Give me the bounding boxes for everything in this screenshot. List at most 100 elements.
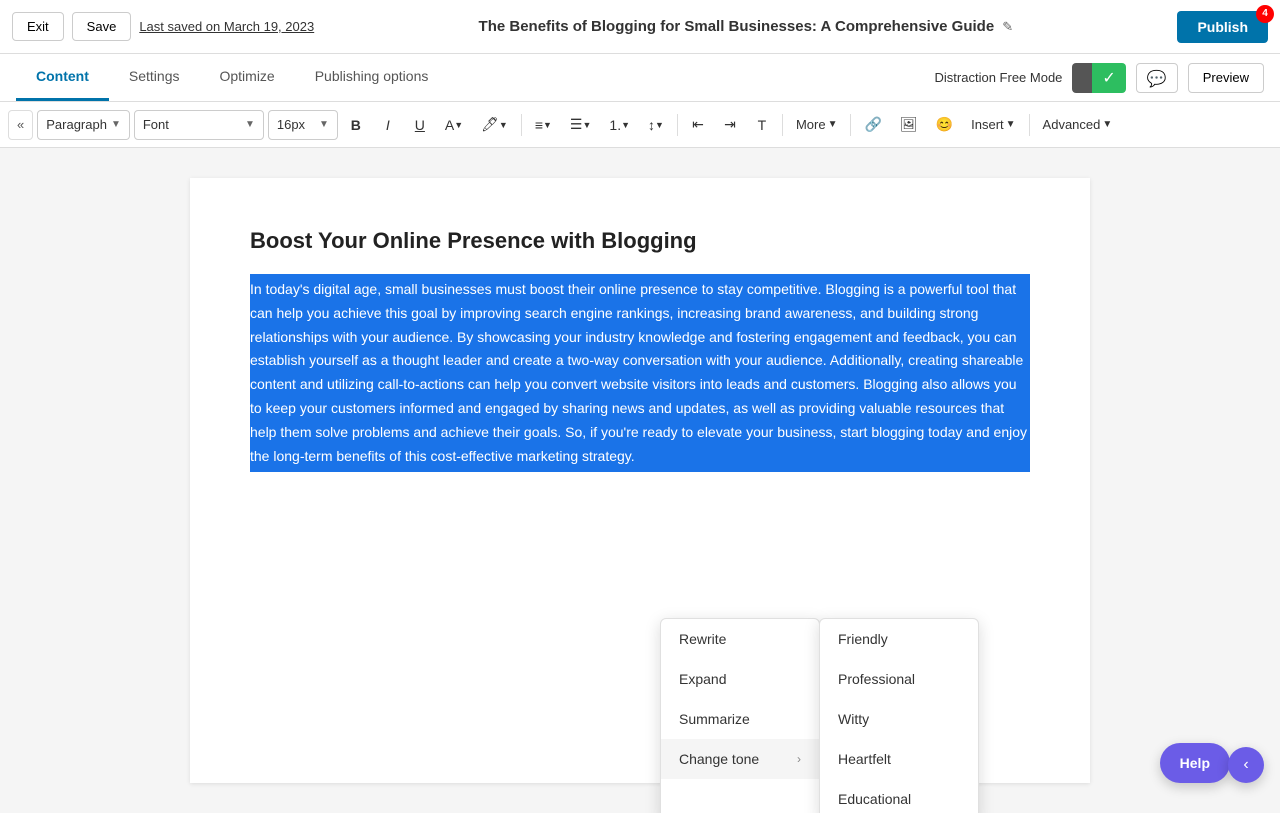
divider-3 — [782, 114, 783, 136]
paragraph-select[interactable]: Paragraph ▼ — [37, 110, 130, 140]
advanced-button[interactable]: Advanced ▼ — [1036, 110, 1120, 140]
top-bar-left: Exit Save Last saved on March 19, 2023 — [12, 12, 314, 41]
list-button[interactable]: ☰ ▼ — [563, 110, 598, 140]
editor-document: Boost Your Online Presence with Blogging… — [190, 178, 1090, 783]
publish-button[interactable]: Publish 4 — [1177, 11, 1268, 43]
submenu-item-professional[interactable]: Professional — [820, 659, 978, 699]
context-submenu: Friendly Professional Witty Heartfelt Ed… — [819, 618, 979, 813]
menu-item-expand[interactable]: Expand — [661, 659, 819, 699]
indent-right-icon: ⇥ — [724, 116, 736, 133]
text-color-icon: A — [445, 117, 454, 133]
text-color-button[interactable]: A ▼ — [438, 110, 470, 140]
indent-right-button[interactable]: ⇥ — [716, 110, 744, 140]
format-button[interactable]: T — [748, 110, 776, 140]
ordered-list-icon: 1. — [609, 117, 621, 133]
bold-button[interactable]: B — [342, 110, 370, 140]
tab-content[interactable]: Content — [16, 54, 109, 101]
edit-title-icon[interactable]: ✎ — [1002, 19, 1013, 35]
underline-button[interactable]: U — [406, 110, 434, 140]
page-title-area: The Benefits of Blogging for Small Busin… — [324, 18, 1167, 35]
divider-2 — [677, 114, 678, 136]
nav-tab-right: Distraction Free Mode ✓ 💬 Preview — [935, 63, 1264, 93]
page-title: The Benefits of Blogging for Small Busin… — [479, 18, 995, 35]
document-heading: Boost Your Online Presence with Blogging — [250, 228, 1030, 254]
top-bar: Exit Save Last saved on March 19, 2023 T… — [0, 0, 1280, 54]
content-area: Boost Your Online Presence with Blogging… — [0, 148, 1280, 813]
exit-button[interactable]: Exit — [12, 12, 64, 41]
font-chevron: ▼ — [245, 119, 255, 130]
align-icon: ≡ — [535, 117, 543, 133]
nav-tabs: Content Settings Optimize Publishing opt… — [0, 54, 1280, 102]
font-label: Font — [143, 117, 169, 132]
font-size-select[interactable]: 16px ▼ — [268, 110, 338, 140]
summarize-label: Summarize — [679, 711, 750, 727]
advanced-chevron: ▼ — [1102, 119, 1112, 130]
tab-optimize[interactable]: Optimize — [199, 54, 294, 101]
font-select[interactable]: Font ▼ — [134, 110, 264, 140]
indent-left-button[interactable]: ⇤ — [684, 110, 712, 140]
menu-item-change-tone[interactable]: Change tone › — [661, 739, 819, 779]
line-height-button[interactable]: ↕ ▼ — [641, 110, 671, 140]
tab-settings[interactable]: Settings — [109, 54, 200, 101]
link-icon: 🔗 — [864, 116, 881, 133]
paragraph-chevron: ▼ — [111, 119, 121, 130]
more-label: More — [796, 117, 826, 132]
italic-button[interactable]: I — [374, 110, 402, 140]
ordered-list-button[interactable]: 1. ▼ — [602, 110, 637, 140]
highlight-button[interactable]: 🖊 ▼ — [474, 110, 515, 140]
toggle-off-btn[interactable] — [1072, 63, 1092, 93]
help-button[interactable]: Help — [1160, 743, 1230, 783]
font-size-label: 16px — [277, 117, 305, 132]
divider-4 — [850, 114, 851, 136]
rewrite-label: Rewrite — [679, 631, 726, 647]
divider-1 — [521, 114, 522, 136]
context-menu-container: Rewrite Expand Summarize Change tone › F… — [660, 618, 979, 813]
insert-label: Insert — [971, 117, 1004, 132]
submenu-item-heartfelt[interactable]: Heartfelt — [820, 739, 978, 779]
context-menu: Rewrite Expand Summarize Change tone › — [660, 618, 820, 813]
list-icon: ☰ — [570, 116, 583, 133]
divider-5 — [1029, 114, 1030, 136]
format-icon: T — [758, 117, 767, 133]
line-height-icon: ↕ — [648, 117, 655, 133]
font-size-chevron: ▼ — [319, 119, 329, 130]
emoji-icon: 😊 — [936, 116, 953, 133]
preview-button[interactable]: Preview — [1188, 63, 1264, 93]
align-button[interactable]: ≡ ▼ — [528, 110, 559, 140]
editor-wrapper[interactable]: Boost Your Online Presence with Blogging… — [0, 148, 1280, 813]
document-paragraph[interactable]: In today's digital age, small businesses… — [250, 274, 1030, 472]
more-chevron: ▼ — [828, 119, 838, 130]
menu-item-summarize[interactable]: Summarize — [661, 699, 819, 739]
toolbar-collapse-button[interactable]: « — [8, 110, 33, 140]
change-tone-label: Change tone — [679, 751, 759, 767]
image-icon: 🖼 — [900, 116, 918, 133]
expand-label: Expand — [679, 671, 726, 687]
advanced-label: Advanced — [1043, 117, 1101, 132]
distraction-free-label: Distraction Free Mode — [935, 70, 1063, 85]
image-button[interactable]: 🖼 — [893, 110, 925, 140]
publish-badge: 4 — [1256, 5, 1274, 23]
chat-button[interactable]: 💬 — [1136, 63, 1178, 93]
menu-item-rewrite[interactable]: Rewrite — [661, 619, 819, 659]
save-button[interactable]: Save — [72, 12, 132, 41]
more-button[interactable]: More ▼ — [789, 110, 845, 140]
insert-button[interactable]: Insert ▼ — [964, 110, 1022, 140]
distraction-toggle[interactable]: ✓ — [1072, 63, 1125, 93]
top-bar-right: Publish 4 — [1177, 11, 1268, 43]
highlight-icon: 🖊 — [481, 116, 499, 133]
emoji-button[interactable]: 😊 — [929, 110, 960, 140]
toggle-on-btn[interactable]: ✓ — [1092, 63, 1125, 93]
insert-chevron: ▼ — [1006, 119, 1016, 130]
link-button[interactable]: 🔗 — [857, 110, 888, 140]
submenu-item-friendly[interactable]: Friendly — [820, 619, 978, 659]
last-saved-label[interactable]: Last saved on March 19, 2023 — [139, 19, 314, 34]
submenu-item-educational[interactable]: Educational — [820, 779, 978, 813]
publish-label: Publish — [1197, 19, 1248, 35]
collapse-right-button[interactable]: ‹ — [1228, 747, 1264, 783]
toolbar: « Paragraph ▼ Font ▼ 16px ▼ B I U A ▼ 🖊 … — [0, 102, 1280, 148]
submenu-item-witty[interactable]: Witty — [820, 699, 978, 739]
indent-left-icon: ⇤ — [692, 116, 704, 133]
tab-publishing-options[interactable]: Publishing options — [295, 54, 449, 101]
paragraph-label: Paragraph — [46, 117, 107, 132]
change-tone-chevron: › — [797, 752, 801, 766]
